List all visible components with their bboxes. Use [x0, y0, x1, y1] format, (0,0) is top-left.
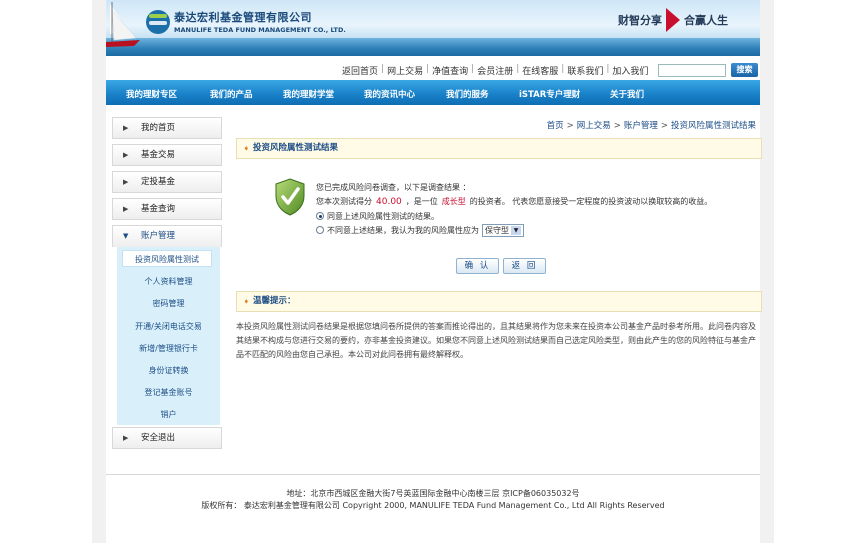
header-banner: 泰达宏利基金管理有限公司 MANULIFE TEDA FUND MANAGEME… — [106, 0, 760, 56]
sailboat-icon — [106, 2, 140, 47]
divider: | — [606, 64, 610, 74]
sidebar-item-logout[interactable]: ▶ 安全退出 — [112, 427, 222, 449]
triangle-right-icon: ▶ — [123, 434, 129, 442]
account-submenu: 投资风险属性测试 个人资料管理 密码管理 开通/关闭电话交易 新增/管理银行卡 … — [117, 247, 220, 425]
toplink-online-service[interactable]: 在线客服 — [522, 64, 558, 77]
toplink-register[interactable]: 会员注册 — [477, 64, 513, 77]
breadcrumb-home[interactable]: 首页 — [547, 121, 564, 131]
submenu-bank-card[interactable]: 新增/管理银行卡 — [117, 343, 220, 354]
slogan-left: 财智分享 — [618, 14, 662, 27]
divider: | — [561, 64, 565, 74]
logo-mark-icon — [146, 9, 170, 34]
nav-about[interactable]: 关于我们 — [610, 88, 644, 100]
company-logo[interactable]: 泰达宏利基金管理有限公司 MANULIFE TEDA FUND MANAGEME… — [146, 9, 346, 34]
main-nav: 我的理财专区 我们的产品 我的理财学堂 我的资讯中心 我们的服务 iSTAR专户… — [106, 80, 760, 105]
arrow-bullet-icon: ➧ — [243, 297, 250, 306]
result-title: 投资风险属性测试结果 — [253, 143, 339, 153]
breadcrumb: 首页 > 网上交易 > 账户管理 > 投资风险属性测试结果 — [546, 121, 756, 131]
tip-panel-header: ➧ 温馨提示： — [236, 291, 762, 312]
confirm-button[interactable]: 确 认 — [456, 258, 499, 274]
submenu-close-account[interactable]: 销户 — [117, 409, 220, 420]
option-agree-row[interactable]: 同意上述风险属性测试的结果。 — [316, 211, 439, 222]
tip-text: 本投资风险属性测试问卷结果是根据您填问卷所提供的答案而推论得出的，且其结果将作为… — [236, 322, 756, 359]
sidebar-item-fixed-invest[interactable]: ▶ 定投基金 — [112, 171, 222, 193]
nav-finance-school[interactable]: 我的理财学堂 — [283, 88, 334, 100]
option-disagree-row[interactable]: 不同意上述结果，我认为我的风险属性应为 保守型 ▼ — [316, 224, 524, 237]
chevron-down-icon: ▼ — [511, 226, 521, 235]
risk-type: 成长型 — [441, 197, 466, 206]
triangle-right-icon: ▶ — [123, 151, 129, 159]
slogan: 财智分享 合赢人生 — [618, 8, 728, 32]
toplink-home[interactable]: 返回首页 — [342, 64, 378, 77]
sea-graphic — [106, 38, 760, 56]
toplink-join[interactable]: 加入我们 — [612, 64, 648, 77]
nav-products[interactable]: 我们的产品 — [210, 88, 253, 100]
disagree-label: 不同意上述结果，我认为我的风险属性应为 — [327, 226, 479, 235]
divider: | — [516, 64, 520, 74]
toplink-online-trade[interactable]: 网上交易 — [387, 64, 423, 77]
risk-type-select[interactable]: 保守型 ▼ — [482, 224, 524, 237]
toplink-nav-query[interactable]: 净值查询 — [432, 64, 468, 77]
footer-copyright: 版权所有： 泰达宏利基金管理有限公司 Copyright 2000, MANUL… — [201, 501, 665, 510]
score-value: 40.00 — [376, 197, 402, 207]
agree-label: 同意上述风险属性测试的结果。 — [327, 212, 439, 221]
breadcrumb-online-trade[interactable]: 网上交易 — [577, 121, 611, 131]
triangle-right-icon: ▶ — [123, 205, 129, 213]
shield-check-icon — [275, 178, 305, 216]
submenu-profile[interactable]: 个人资料管理 — [117, 276, 220, 287]
nav-services[interactable]: 我们的服务 — [446, 88, 489, 100]
footer-address: 地址：北京市西城区金融大街7号英蓝国际金融中心南楼三层 京ICP备0603503… — [286, 489, 580, 498]
triangle-down-icon: ▼ — [123, 232, 129, 240]
disagree-radio[interactable] — [316, 226, 324, 234]
submenu-risk-test[interactable]: 投资风险属性测试 — [122, 250, 212, 267]
nav-my-finance[interactable]: 我的理财专区 — [126, 88, 177, 100]
nav-info-center[interactable]: 我的资讯中心 — [364, 88, 415, 100]
result-panel-header: ➧ 投资风险属性测试结果 — [236, 138, 762, 159]
breadcrumb-account[interactable]: 账户管理 — [624, 121, 658, 131]
slogan-arrow-icon — [666, 8, 680, 32]
triangle-right-icon: ▶ — [123, 178, 129, 186]
nav-istar[interactable]: iSTAR专户理财 — [519, 88, 580, 100]
sidebar-item-fund-trade[interactable]: ▶ 基金交易 — [112, 144, 222, 166]
slogan-right: 合赢人生 — [684, 14, 728, 27]
divider: | — [381, 64, 385, 74]
sidebar-item-fund-query[interactable]: ▶ 基金查询 — [112, 198, 222, 220]
search-input[interactable] — [658, 64, 726, 77]
toplink-contact[interactable]: 联系我们 — [567, 64, 603, 77]
arrow-bullet-icon: ➧ — [243, 144, 250, 153]
triangle-right-icon: ▶ — [123, 124, 129, 132]
submenu-phone-trade[interactable]: 开通/关闭电话交易 — [117, 321, 220, 332]
submenu-register-account[interactable]: 登记基金账号 — [117, 387, 220, 398]
sidebar-item-account[interactable]: ▼ 账户管理 — [112, 225, 222, 247]
search-button[interactable]: 搜索 — [731, 63, 758, 77]
result-intro: 您已完成风险问卷调查，以下是调查结果 ： — [316, 183, 471, 192]
submenu-id-convert[interactable]: 身份证转换 — [117, 365, 220, 376]
back-button[interactable]: 返 回 — [503, 258, 546, 274]
divider: | — [426, 64, 430, 74]
submenu-password[interactable]: 密码管理 — [117, 298, 220, 309]
result-score-line: 您本次测试得分 40.00 ，是一位 成长型 的投资者。 代表您愿意接受一定程度的投资波… — [316, 197, 713, 207]
agree-radio[interactable] — [316, 212, 324, 220]
page-container: 泰达宏利基金管理有限公司 MANULIFE TEDA FUND MANAGEME… — [106, 0, 762, 543]
sidebar-item-home[interactable]: ▶ 我的首页 — [112, 117, 222, 139]
tip-title: 温馨提示： — [253, 296, 296, 306]
footer-divider — [106, 474, 760, 475]
breadcrumb-current[interactable]: 投资风险属性测试结果 — [671, 121, 756, 131]
logo-name-en: MANULIFE TEDA FUND MANAGEMENT CO., LTD. — [174, 26, 346, 34]
divider: | — [471, 64, 475, 74]
logo-name-cn: 泰达宏利基金管理有限公司 — [174, 11, 312, 24]
top-links: 返回首页 | 网上交易 | 净值查询 | 会员注册 | 在线客服 | 联系我们 | 加入我们 — [342, 64, 648, 77]
